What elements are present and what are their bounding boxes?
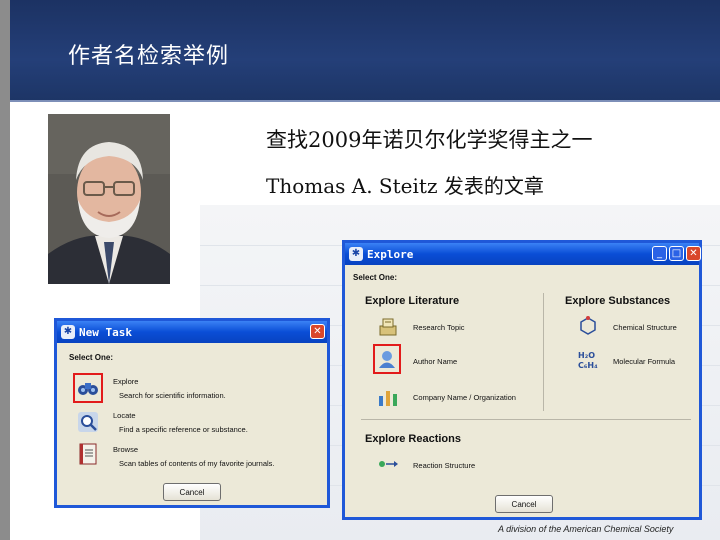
new-task-titlebar[interactable]: ✱ New Task [57,321,327,343]
magnifier-icon[interactable] [77,411,99,433]
company-icon[interactable] [377,386,399,408]
new-task-window: ✱ New Task ✕ Select One: Explore Search … [54,318,330,508]
author-name-icon[interactable] [376,348,398,370]
headline-line-2: Thomas A. Steitz 发表的文章 [266,174,544,198]
explore-titlebar[interactable]: ✱ Explore [345,243,699,265]
explore-window: ✱ Explore _ □ ✕ Select One: Explore Lite… [342,240,702,520]
explore-cancel-button[interactable]: Cancel [495,495,553,513]
explore-option[interactable]: Explore [113,377,138,386]
reaction-structure-option[interactable]: Reaction Structure [413,461,475,470]
company-option[interactable]: Company Name / Organization [413,393,516,402]
left-accent-bar [0,0,10,540]
section-divider [361,419,691,420]
explore-literature-heading: Explore Literature [365,295,460,307]
footer-text: A division of the American Chemical Soci… [498,524,674,534]
reaction-structure-icon[interactable] [377,453,399,475]
explore-substances-heading: Explore Substances [565,295,671,307]
portrait-photo [48,114,170,284]
minimize-button[interactable]: _ [652,246,667,261]
new-task-title: New Task [79,325,132,339]
locate-description: Find a specific reference or substance. [119,425,248,434]
app-icon: ✱ [349,247,363,261]
author-name-option[interactable]: Author Name [413,357,457,366]
svg-text:H₂O: H₂O [578,351,595,360]
header-divider [10,100,720,102]
locate-option[interactable]: Locate [113,411,136,420]
headline-line-1: 查找2009年诺贝尔化学奖得主之一 [266,128,593,152]
browse-description: Scan tables of contents of my favorite j… [119,459,275,468]
chemical-structure-option[interactable]: Chemical Structure [613,323,677,332]
molecular-formula-option[interactable]: Molecular Formula [613,357,675,366]
binoculars-icon[interactable] [77,377,99,399]
explore-reactions-heading: Explore Reactions [365,433,461,445]
browse-option[interactable]: Browse [113,445,138,454]
explore-title: Explore [367,247,414,261]
app-icon: ✱ [61,325,75,339]
close-button[interactable]: ✕ [686,246,701,261]
new-task-cancel-button[interactable]: Cancel [163,483,221,501]
research-topic-option[interactable]: Research Topic [413,323,465,332]
molecular-formula-icon[interactable]: H₂O C₆H₄ [577,349,599,371]
explore-description: Search for scientific information. [119,391,226,400]
select-one-label: Select One: [353,273,398,282]
section-divider [543,293,544,411]
research-topic-icon[interactable] [377,315,399,337]
select-one-label: Select One: [69,353,114,362]
chemical-structure-icon[interactable] [577,315,599,337]
slide-title: 作者名检索举例 [68,44,230,69]
svg-text:C₆H₄: C₆H₄ [578,361,598,370]
close-button[interactable]: ✕ [310,324,325,339]
maximize-button[interactable]: □ [669,246,684,261]
journal-icon[interactable] [77,443,99,465]
